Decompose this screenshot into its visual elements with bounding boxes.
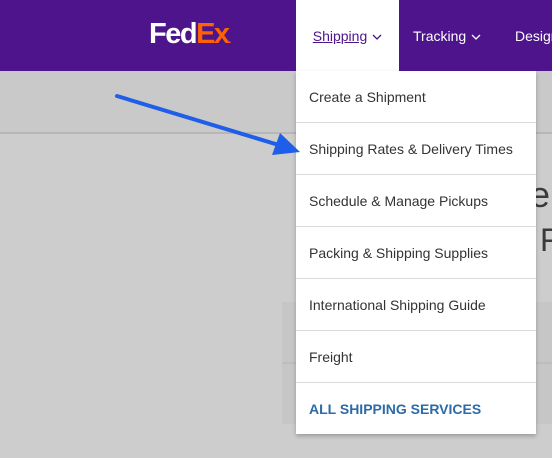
- shipping-dropdown-menu: Create a Shipment Shipping Rates & Deliv…: [296, 71, 536, 434]
- top-header: FedEx. Shipping Tracking Design: [0, 0, 552, 71]
- menu-item-create-shipment[interactable]: Create a Shipment: [296, 71, 536, 123]
- nav-design[interactable]: Design: [515, 0, 552, 71]
- nav-tracking-label: Tracking: [413, 27, 467, 44]
- chevron-down-icon: [372, 28, 382, 44]
- fedex-logo[interactable]: FedEx.: [149, 18, 231, 57]
- menu-item-freight[interactable]: Freight: [296, 331, 536, 383]
- background-subheading-fragment: F: [540, 222, 552, 258]
- menu-item-packing-supplies[interactable]: Packing & Shipping Supplies: [296, 227, 536, 279]
- logo-ex: Ex: [196, 18, 230, 50]
- menu-item-schedule-pickups[interactable]: Schedule & Manage Pickups: [296, 175, 536, 227]
- logo-fed: Fed: [149, 18, 198, 50]
- nav-tracking[interactable]: Tracking: [413, 0, 481, 71]
- menu-item-rates-delivery-times[interactable]: Shipping Rates & Delivery Times: [296, 123, 536, 175]
- menu-item-international-guide[interactable]: International Shipping Guide: [296, 279, 536, 331]
- menu-item-all-shipping-services[interactable]: ALL SHIPPING SERVICES: [296, 383, 536, 434]
- nav-shipping[interactable]: Shipping: [296, 0, 399, 71]
- logo-dot: .: [228, 35, 232, 46]
- chevron-down-icon: [471, 28, 481, 44]
- nav-shipping-label: Shipping: [312, 27, 368, 44]
- nav-design-label: Design: [515, 27, 552, 44]
